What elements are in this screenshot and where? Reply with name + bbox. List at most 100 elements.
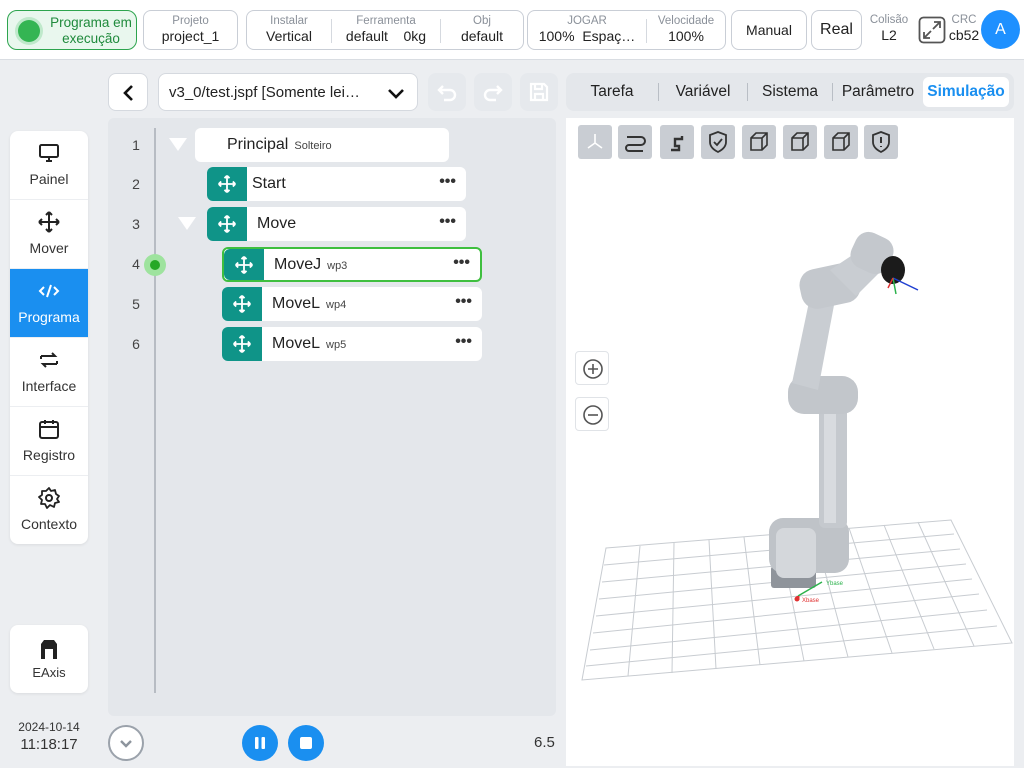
obj-label: Obj [473, 15, 491, 27]
tab-parametro[interactable]: Parâmetro [834, 73, 922, 111]
move-icon [233, 335, 251, 353]
program-file-select[interactable]: v3_0/test.jspf [Somente lei… [158, 73, 418, 111]
sidebar-item-painel[interactable]: Painel [10, 131, 88, 200]
shield-alert-icon [872, 131, 890, 154]
sidebar-item-mover[interactable]: Mover [10, 200, 88, 269]
tab-simulacao[interactable]: Simulação [923, 77, 1009, 107]
expand-icon[interactable] [918, 16, 946, 44]
swap-icon [40, 352, 58, 368]
node-movel-wp4[interactable]: MoveL wp4 ••• [222, 287, 482, 321]
speed-value: 100% [668, 28, 704, 44]
stop-button[interactable] [288, 725, 324, 761]
robot-view-icon [671, 136, 684, 152]
running-indicator-icon [18, 20, 40, 42]
zoom-out-button[interactable] [575, 397, 609, 431]
current-line-indicator [144, 254, 166, 276]
node-subtitle: wp4 [326, 299, 347, 311]
eaxis-label: EAxis [32, 665, 66, 680]
tool-label: Ferramenta [356, 15, 416, 27]
move-icon [38, 211, 60, 233]
scroll-to-current-button[interactable] [108, 725, 144, 761]
robot-arm [769, 231, 919, 602]
top-bar: Programa em execução Projeto project_1 I… [0, 0, 1024, 60]
redo-button[interactable] [474, 73, 512, 111]
pause-button[interactable] [242, 725, 278, 761]
node-more-button[interactable]: ••• [453, 254, 470, 272]
move-icon [235, 256, 253, 274]
node-principal[interactable]: Principal Solteiro [195, 128, 449, 162]
zoom-out-icon [583, 405, 603, 425]
program-status-badge[interactable]: Programa em execução [7, 10, 137, 50]
jog-cell[interactable]: JOGAR 100% Espaç… [528, 11, 646, 49]
node-movel-wp5[interactable]: MoveL wp5 ••• [222, 327, 482, 361]
project-value: project_1 [161, 28, 220, 44]
manual-mode-button[interactable]: Manual [731, 10, 807, 50]
eaxis-button[interactable]: EAxis [10, 625, 88, 693]
x-base-label: Xbase [802, 598, 820, 604]
node-title: MoveL [272, 335, 321, 352]
project-selector[interactable]: Projeto project_1 [143, 10, 238, 50]
y-base-label: Ybase [826, 581, 844, 587]
node-start[interactable]: Start ••• [207, 167, 466, 201]
node-label: MoveL wp4 [272, 295, 346, 313]
collapse-principal-toggle[interactable] [169, 138, 187, 151]
eaxis-icon [41, 640, 57, 659]
node-move-handle[interactable] [222, 327, 262, 361]
jog-percent: 100% [538, 28, 575, 44]
sidebar-item-label: Mover [29, 240, 69, 256]
tab-variavel[interactable]: Variável [659, 73, 747, 111]
node-movej[interactable]: MoveJ wp3 ••• [222, 247, 482, 282]
axes-view-button[interactable] [578, 125, 612, 159]
node-subtitle: Solteiro [294, 140, 332, 152]
install-cell[interactable]: Instalar Vertical [247, 11, 331, 49]
sidebar-item-programa[interactable]: Programa [10, 269, 88, 338]
install-label: Instalar [270, 15, 308, 27]
node-move-handle[interactable] [207, 207, 247, 241]
crc-value: cb52 [948, 27, 980, 43]
real-mode-button[interactable]: Real [811, 10, 862, 50]
path-view-button[interactable] [618, 125, 652, 159]
cube-front-view-button[interactable] [742, 125, 776, 159]
sidebar-item-interface[interactable]: Interface [10, 338, 88, 407]
pause-icon [255, 737, 265, 749]
tab-tarefa[interactable]: Tarefa [566, 73, 658, 111]
node-more-button[interactable]: ••• [439, 213, 456, 231]
undo-button[interactable] [428, 73, 466, 111]
node-more-button[interactable]: ••• [455, 293, 472, 311]
node-move-handle[interactable] [222, 287, 262, 321]
user-avatar[interactable]: A [981, 10, 1020, 49]
cube-side-view-button[interactable] [783, 125, 817, 159]
install-value: Vertical [266, 28, 312, 44]
node-more-button[interactable]: ••• [439, 173, 456, 191]
safety-check-button[interactable] [701, 125, 735, 159]
install-tool-obj-group[interactable]: Instalar Vertical Ferramenta default 0kg… [246, 10, 524, 50]
cube-top-view-button[interactable] [824, 125, 858, 159]
tool-cell[interactable]: Ferramenta default 0kg [332, 11, 440, 49]
jog-value: 100% Espaç… [528, 28, 646, 45]
save-icon [529, 82, 549, 102]
back-button[interactable] [108, 73, 148, 111]
node-move[interactable]: Move ••• [207, 207, 466, 241]
node-move-handle[interactable] [224, 249, 264, 280]
jog-speed-group[interactable]: JOGAR 100% Espaç… Velocidade 100% [527, 10, 726, 50]
stop-icon [300, 737, 312, 749]
speed-cell[interactable]: Velocidade 100% [647, 11, 725, 49]
move-icon [218, 215, 236, 233]
node-label: Move [257, 215, 297, 232]
collision-level[interactable]: Colisão L2 [868, 14, 910, 44]
sidebar-item-registro[interactable]: Registro [10, 407, 88, 476]
safety-alert-button[interactable] [864, 125, 898, 159]
zoom-in-button[interactable] [575, 351, 609, 385]
tab-sistema[interactable]: Sistema [748, 73, 832, 111]
gear-icon [38, 487, 60, 509]
path-icon [625, 136, 646, 152]
collapse-move-toggle[interactable] [178, 217, 196, 230]
obj-cell[interactable]: Obj default [441, 11, 523, 49]
node-label: MoveJ wp3 [274, 256, 347, 274]
node-more-button[interactable]: ••• [455, 333, 472, 351]
node-move-handle[interactable] [207, 167, 247, 201]
sidebar-item-contexto[interactable]: Contexto [10, 476, 88, 544]
save-button[interactable] [520, 73, 558, 111]
move-icon [233, 295, 251, 313]
robot-view-button[interactable] [660, 125, 694, 159]
